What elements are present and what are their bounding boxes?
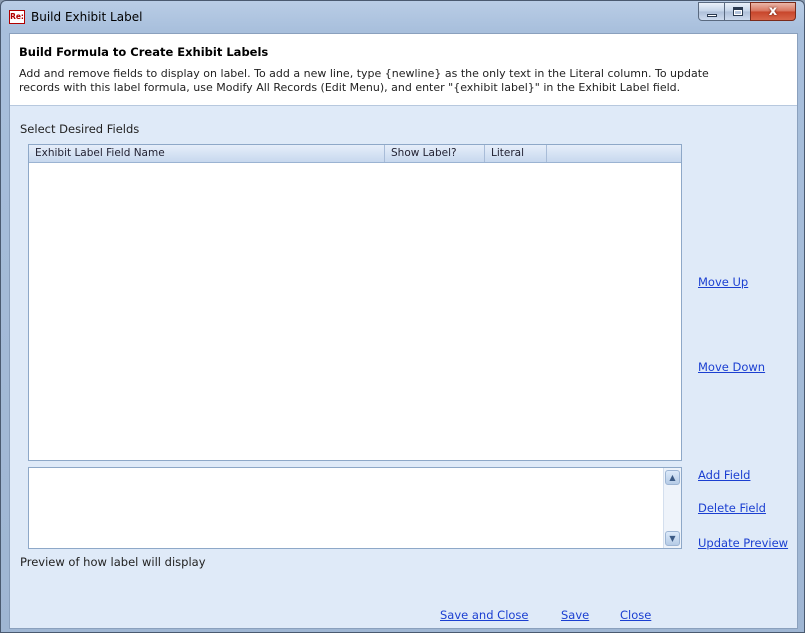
banner-description: Add and remove fields to display on labe… (19, 67, 709, 94)
preview-scrollbar[interactable]: ▲ ▼ (663, 468, 681, 548)
update-preview-link[interactable]: Update Preview (698, 536, 788, 550)
dialog-body: Build Formula to Create Exhibit Labels A… (9, 33, 798, 629)
grid-header: Exhibit Label Field Name Show Label? Lit… (29, 145, 681, 163)
build-exhibit-label-window: Re: Build Exhibit Label x Build Formula … (0, 0, 805, 633)
close-window-button[interactable]: x (750, 2, 796, 21)
column-header-literal[interactable]: Literal (485, 145, 547, 162)
fields-grid[interactable]: Exhibit Label Field Name Show Label? Lit… (28, 144, 682, 461)
scroll-down-button[interactable]: ▼ (665, 531, 680, 546)
save-and-close-link[interactable]: Save and Close (440, 608, 529, 622)
maximize-button[interactable] (724, 2, 751, 21)
label-preview-box[interactable]: ▲ ▼ (28, 467, 682, 549)
close-link[interactable]: Close (620, 608, 651, 622)
app-logo-icon: Re: (9, 10, 25, 24)
minimize-button[interactable] (698, 2, 725, 21)
header-banner: Build Formula to Create Exhibit Labels A… (10, 34, 797, 106)
delete-field-link[interactable]: Delete Field (698, 501, 766, 515)
move-up-link[interactable]: Move Up (698, 275, 748, 289)
scroll-up-button[interactable]: ▲ (665, 470, 680, 485)
close-icon: x (768, 4, 778, 19)
banner-title: Build Formula to Create Exhibit Labels (19, 45, 269, 59)
select-fields-label: Select Desired Fields (20, 122, 140, 136)
column-header-show-label[interactable]: Show Label? (385, 145, 485, 162)
save-link[interactable]: Save (561, 608, 589, 622)
maximize-icon (733, 7, 743, 16)
preview-caption: Preview of how label will display (20, 555, 206, 569)
title-bar[interactable]: Re: Build Exhibit Label x (1, 1, 804, 33)
move-down-link[interactable]: Move Down (698, 360, 765, 374)
window-controls: x (698, 2, 796, 22)
minimize-icon (707, 14, 717, 17)
add-field-link[interactable]: Add Field (698, 468, 750, 482)
column-header-field-name[interactable]: Exhibit Label Field Name (29, 145, 385, 162)
window-title: Build Exhibit Label (31, 10, 143, 24)
